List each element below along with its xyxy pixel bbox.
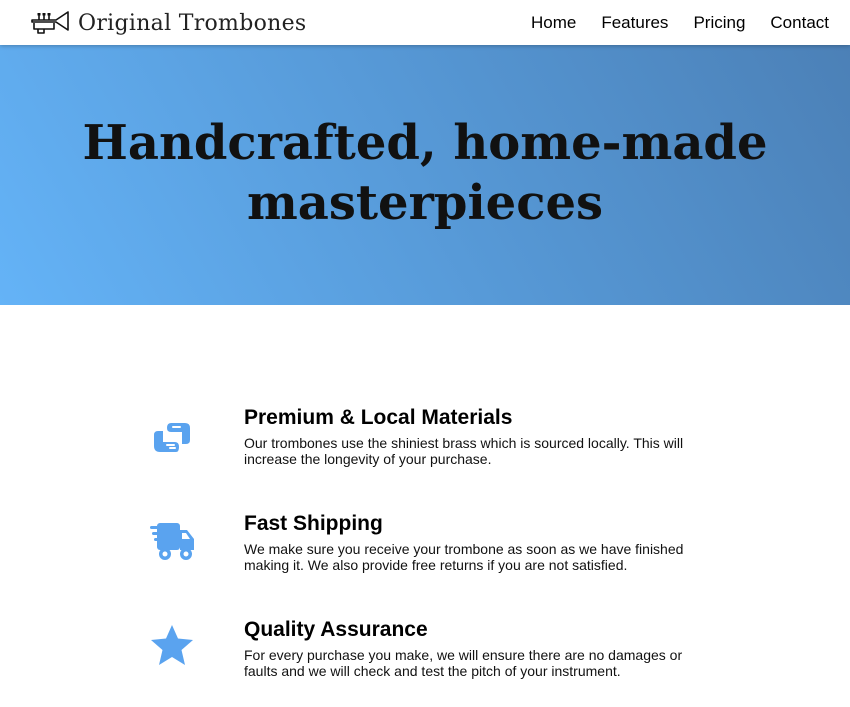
handshake-icon	[149, 414, 195, 460]
feature-title: Fast Shipping	[244, 512, 383, 535]
hero-section: Handcrafted, home-made masterpieces	[0, 0, 850, 305]
feature-premium-materials: Premium & Local Materials Our trombones …	[0, 405, 850, 495]
hero-title: Handcrafted, home-made masterpieces	[82, 115, 768, 231]
feature-description: Our trombones use the shiniest brass whi…	[244, 435, 684, 467]
main-nav: Home Features Pricing Contact	[506, 13, 829, 33]
feature-description: For every purchase you make, we will ens…	[244, 647, 683, 679]
feature-description: We make sure you receive your trombone a…	[244, 541, 684, 573]
nav-link-contact[interactable]: Contact	[770, 13, 829, 33]
feature-fast-shipping: Fast Shipping We make sure you receive y…	[0, 511, 850, 601]
feature-title: Quality Assurance	[244, 618, 428, 641]
brand-name: Original Trombones	[78, 11, 307, 36]
nav-link-pricing[interactable]: Pricing	[693, 13, 745, 33]
shipping-truck-icon	[149, 518, 195, 564]
site-header: Original Trombones Home Features Pricing…	[0, 0, 850, 45]
trumpet-icon	[31, 11, 69, 34]
feature-quality-assurance: Quality Assurance For every purchase you…	[0, 617, 850, 707]
nav-link-home[interactable]: Home	[531, 13, 576, 33]
nav-link-features[interactable]: Features	[601, 13, 668, 33]
star-icon	[149, 623, 195, 669]
brand-logo[interactable]: Original Trombones	[30, 8, 306, 38]
feature-title: Premium & Local Materials	[244, 406, 513, 429]
